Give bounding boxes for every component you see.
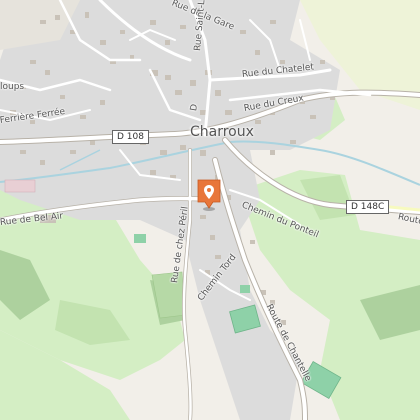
town-label: Charroux bbox=[190, 124, 254, 140]
street-label-loups: loups bbox=[0, 82, 25, 92]
road-shield-d108: D 108 bbox=[112, 130, 149, 144]
road-shield-d148c: D 148C bbox=[346, 200, 390, 214]
map-view[interactable]: Rue de la Gare Rue Saint-L Rue du Chatel… bbox=[0, 0, 420, 420]
industrial-area bbox=[4, 179, 36, 193]
map-pin-icon[interactable] bbox=[196, 178, 222, 212]
sports-field bbox=[240, 285, 250, 293]
street-label-d: D bbox=[189, 103, 201, 112]
sports-field bbox=[134, 234, 146, 243]
